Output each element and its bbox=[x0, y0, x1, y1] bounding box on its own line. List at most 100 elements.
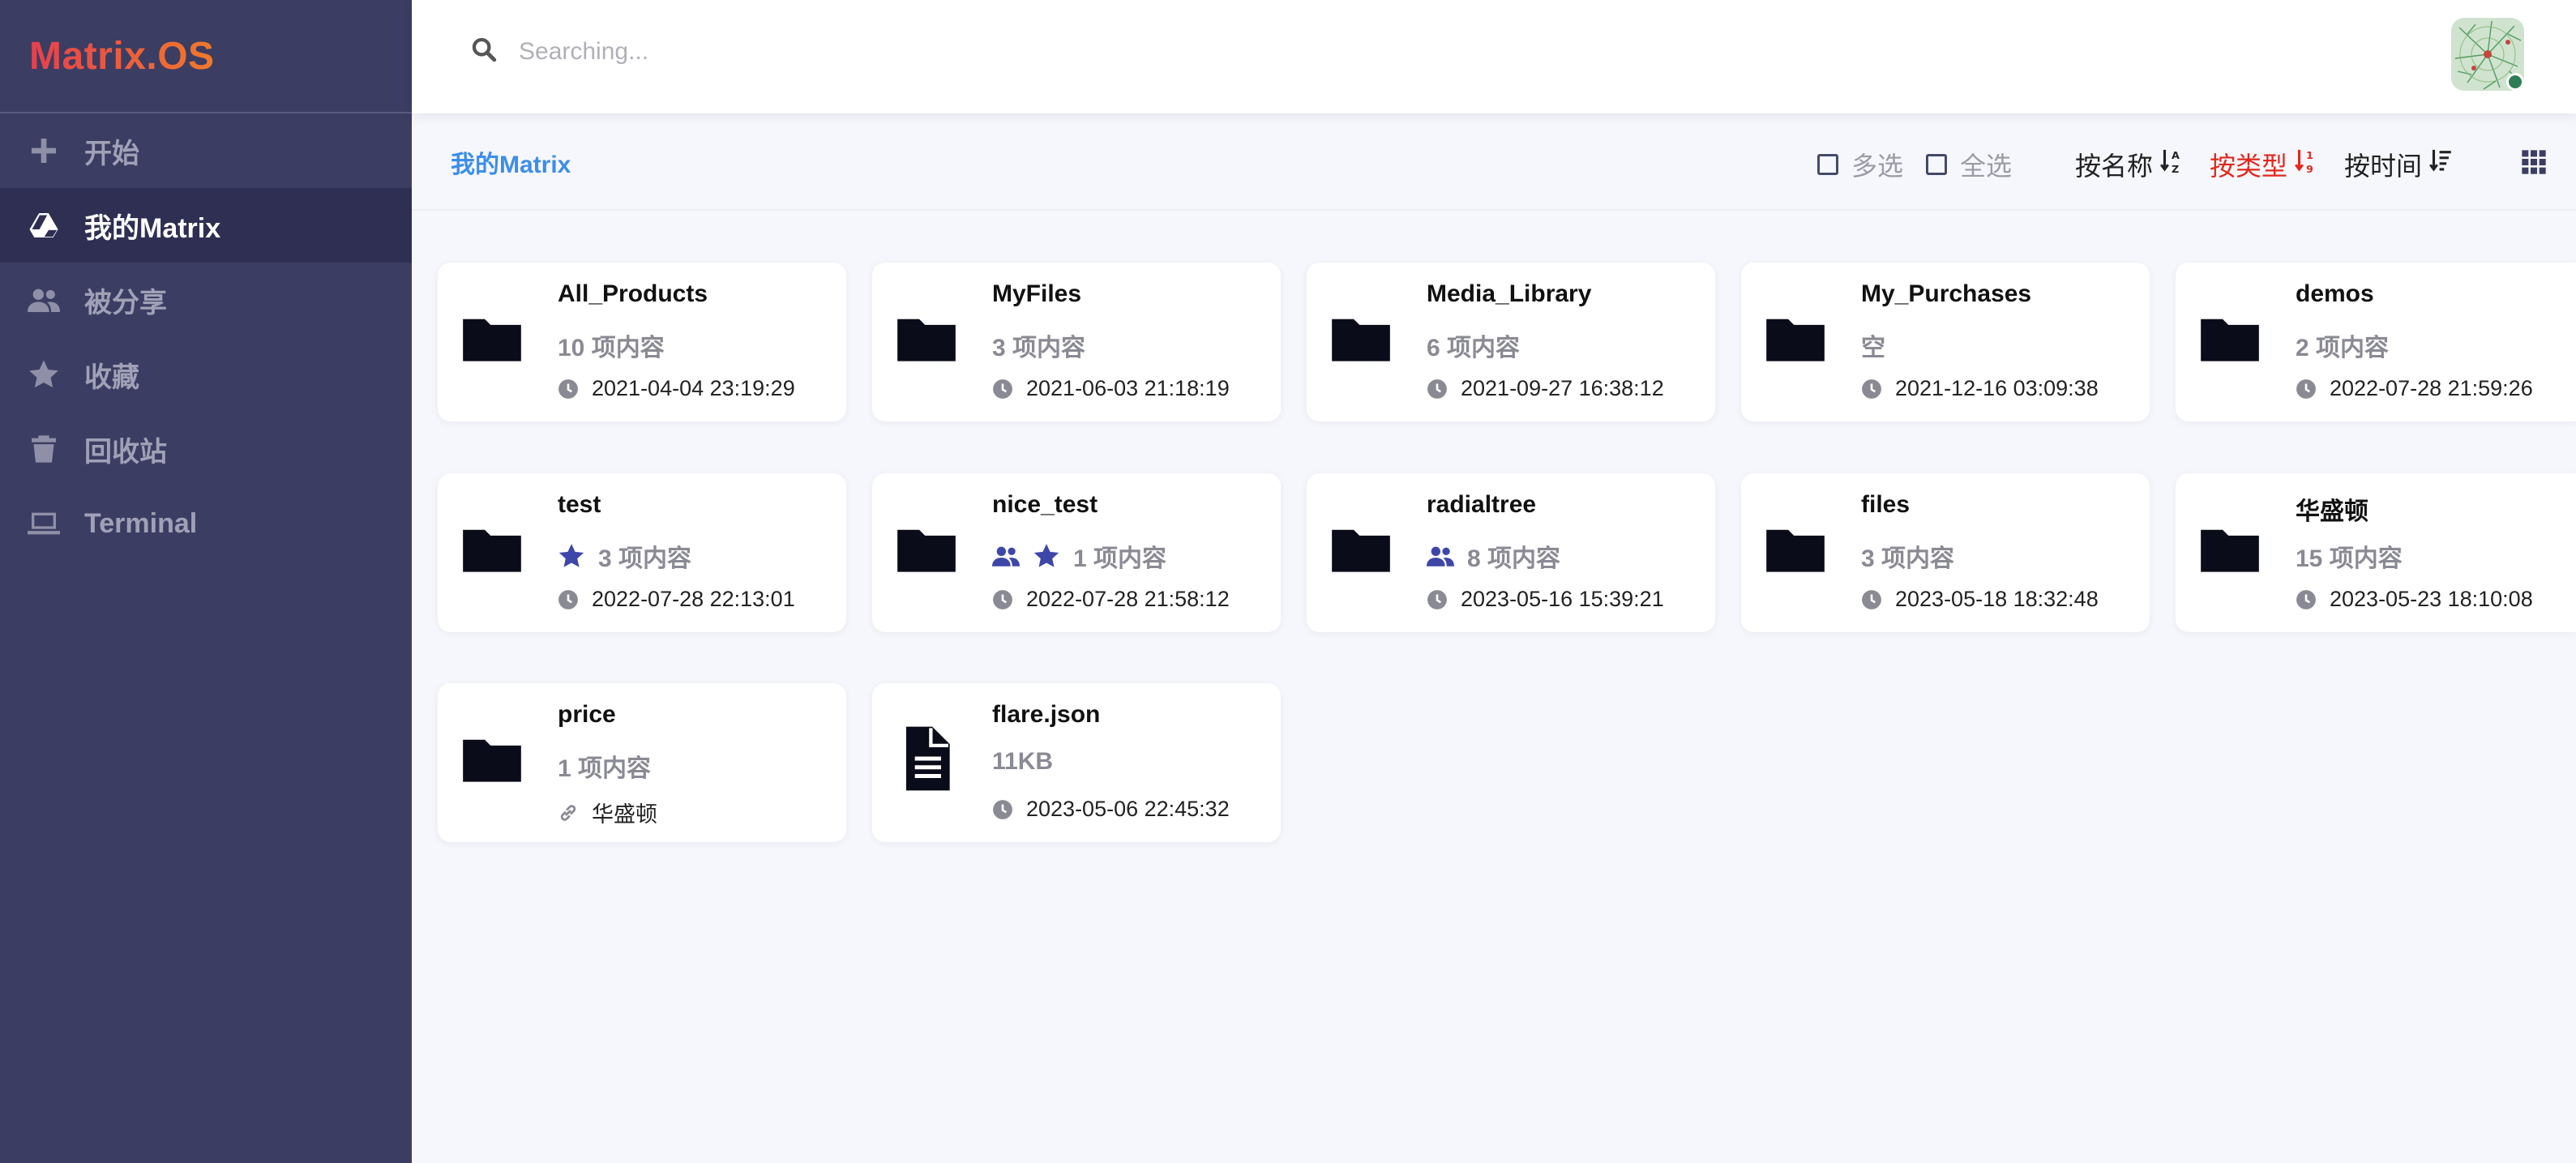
link-icon bbox=[560, 804, 576, 821]
sort-lines-icon bbox=[2422, 148, 2453, 182]
search-icon bbox=[470, 36, 498, 67]
item-count-text: 15 项内容 bbox=[2296, 545, 2403, 572]
file-name: My_Purchases bbox=[1861, 280, 2032, 307]
clock-icon bbox=[2296, 589, 2316, 609]
time-text: 2021-06-03 21:18:19 bbox=[1026, 376, 1230, 400]
svg-text:1: 1 bbox=[2306, 150, 2313, 162]
folder-card[interactable]: files 3 项内容 2023-05-18 18:32:48 bbox=[1741, 473, 2150, 632]
checkbox-icon bbox=[1926, 154, 1947, 175]
sort-num-icon: 19 bbox=[2287, 148, 2318, 182]
time-text: 2022-07-28 22:13:01 bbox=[592, 587, 795, 611]
folder-icon bbox=[457, 514, 527, 584]
sort-by-time-button[interactable]: 按时间 bbox=[2344, 146, 2453, 183]
sidebar-item-favorites[interactable]: 收藏 bbox=[0, 337, 412, 412]
file-card[interactable]: flare.json 11KB 2023-05-06 22:45:32 bbox=[872, 683, 1281, 842]
sidebar-item-terminal[interactable]: Terminal bbox=[0, 486, 412, 561]
clock-icon bbox=[993, 799, 1012, 819]
sort-by-type-button[interactable]: 按类型 19 bbox=[2210, 146, 2318, 183]
clock-icon bbox=[1862, 589, 1881, 609]
file-name: All_Products bbox=[558, 280, 708, 307]
time-text: 2023-05-18 18:32:48 bbox=[1895, 587, 2099, 611]
clock-icon bbox=[1427, 589, 1447, 609]
sidebar-item-start[interactable]: 开始 bbox=[0, 113, 412, 188]
folder-icon bbox=[1326, 303, 1396, 373]
sort-alpha-icon: AZ bbox=[2153, 148, 2184, 182]
svg-text:Z: Z bbox=[2172, 164, 2179, 175]
clock-icon bbox=[558, 378, 578, 399]
file-name: MyFiles bbox=[992, 280, 1082, 307]
sidebar-item-my-matrix[interactable]: 我的Matrix bbox=[0, 188, 412, 263]
sidebar-item-trash[interactable]: 回收站 bbox=[0, 412, 412, 486]
select-all-checkbox[interactable]: 全选 bbox=[1926, 146, 2012, 183]
sidebar-item-shared[interactable]: 被分享 bbox=[0, 263, 412, 337]
folder-card[interactable]: 华盛顿 15 项内容 2023-05-23 18:10:08 bbox=[2176, 473, 2576, 632]
online-status-dot bbox=[2506, 73, 2524, 91]
drive-icon bbox=[26, 207, 62, 243]
item-count-text: 1 项内容 bbox=[558, 755, 652, 782]
modified-time: 2022-07-28 21:58:12 bbox=[992, 587, 1230, 612]
folder-icon bbox=[457, 303, 527, 373]
item-count-text: 6 项内容 bbox=[1427, 335, 1521, 361]
modified-time: 2023-05-23 18:10:08 bbox=[2296, 587, 2533, 612]
item-count-text: 8 项内容 bbox=[1467, 545, 1561, 572]
select-all-label: 全选 bbox=[1960, 152, 2013, 181]
folder-icon bbox=[892, 514, 961, 584]
folder-card[interactable]: demos 2 项内容 2022-07-28 21:59:26 bbox=[2176, 263, 2576, 421]
folder-card[interactable]: All_Products 10 项内容 2021-04-04 23:19:29 bbox=[438, 263, 846, 421]
modified-time: 2023-05-16 15:39:21 bbox=[1427, 587, 1664, 612]
clock-icon bbox=[2296, 378, 2316, 399]
star-icon bbox=[1033, 544, 1059, 567]
grid-view-icon[interactable] bbox=[2521, 149, 2547, 175]
sidebar: Matrix.OS 开始 我的Matrix 被分享 收藏 回收站 Termina bbox=[0, 0, 412, 1163]
folder-card[interactable]: test 3 项内容 2022-07-28 22:13:01 bbox=[438, 473, 846, 632]
sort-name-label: 按名称 bbox=[2075, 152, 2154, 181]
folder-card[interactable]: nice_test 1 项内容 2022-07-28 21:58:12 bbox=[872, 473, 1281, 632]
modified-time: 2021-04-04 23:19:29 bbox=[558, 376, 795, 401]
folder-card[interactable]: My_Purchases 空 2021-12-16 03:09:38 bbox=[1741, 263, 2150, 421]
file-size: 11KB bbox=[992, 748, 1053, 776]
folder-icon bbox=[2195, 303, 2265, 373]
modified-time: 2021-06-03 21:18:19 bbox=[992, 376, 1230, 401]
item-count: 2 项内容 bbox=[2296, 327, 2389, 363]
modified-time: 2022-07-28 22:13:01 bbox=[558, 587, 795, 612]
folder-icon bbox=[892, 303, 961, 373]
file-size-text: 11KB bbox=[992, 748, 1054, 775]
sidebar-item-label: 开始 bbox=[84, 138, 139, 169]
item-count-text: 3 项内容 bbox=[992, 335, 1086, 361]
file-name: demos bbox=[2296, 280, 2374, 307]
star-icon bbox=[26, 357, 62, 392]
breadcrumb[interactable]: 我的Matrix bbox=[451, 144, 571, 180]
brand-logo[interactable]: Matrix.OS bbox=[0, 0, 412, 113]
item-count: 1 项内容 bbox=[558, 748, 651, 784]
clock-icon bbox=[1862, 378, 1881, 399]
time-text: 2021-04-04 23:19:29 bbox=[592, 376, 795, 400]
search-input[interactable] bbox=[519, 37, 1491, 66]
item-count: 8 项内容 bbox=[1427, 538, 1560, 574]
modified-time: 2023-05-06 22:45:32 bbox=[992, 797, 1230, 822]
svg-text:A: A bbox=[2172, 150, 2180, 162]
folder-card[interactable]: price 1 项内容 华盛顿 bbox=[438, 683, 846, 842]
link-target: 华盛顿 bbox=[558, 797, 657, 828]
folder-card[interactable]: radialtree 8 项内容 2023-05-16 15:39:21 bbox=[1307, 473, 1715, 632]
item-count: 10 项内容 bbox=[558, 327, 665, 363]
folder-icon bbox=[1326, 514, 1396, 584]
sidebar-item-label: Terminal bbox=[84, 507, 198, 539]
link-text: 华盛顿 bbox=[592, 802, 657, 827]
item-count-text: 2 项内容 bbox=[2296, 335, 2390, 361]
item-count: 6 项内容 bbox=[1427, 327, 1520, 363]
time-text: 2022-07-28 21:58:12 bbox=[1026, 587, 1230, 611]
folder-icon bbox=[1761, 303, 1830, 373]
modified-time: 2021-09-27 16:38:12 bbox=[1427, 376, 1664, 401]
sort-by-name-button[interactable]: 按名称 AZ bbox=[2075, 146, 2184, 183]
file-name: radialtree bbox=[1427, 491, 1537, 518]
multi-select-checkbox[interactable]: 多选 bbox=[1817, 146, 1903, 183]
clock-icon bbox=[1427, 378, 1447, 399]
time-text: 2023-05-16 15:39:21 bbox=[1461, 587, 1664, 611]
toolbar: 我的Matrix 多选 全选 按名称 AZ 按类型 19 按时间 bbox=[412, 113, 2576, 211]
folder-card[interactable]: MyFiles 3 项内容 2021-06-03 21:18:19 bbox=[872, 263, 1281, 421]
search-bar bbox=[470, 36, 1491, 67]
folder-card[interactable]: Media_Library 6 项内容 2021-09-27 16:38:12 bbox=[1307, 263, 1715, 421]
item-count-text: 1 项内容 bbox=[1073, 545, 1167, 572]
users-icon bbox=[1427, 546, 1454, 567]
modified-time: 2021-12-16 03:09:38 bbox=[1861, 376, 2099, 401]
